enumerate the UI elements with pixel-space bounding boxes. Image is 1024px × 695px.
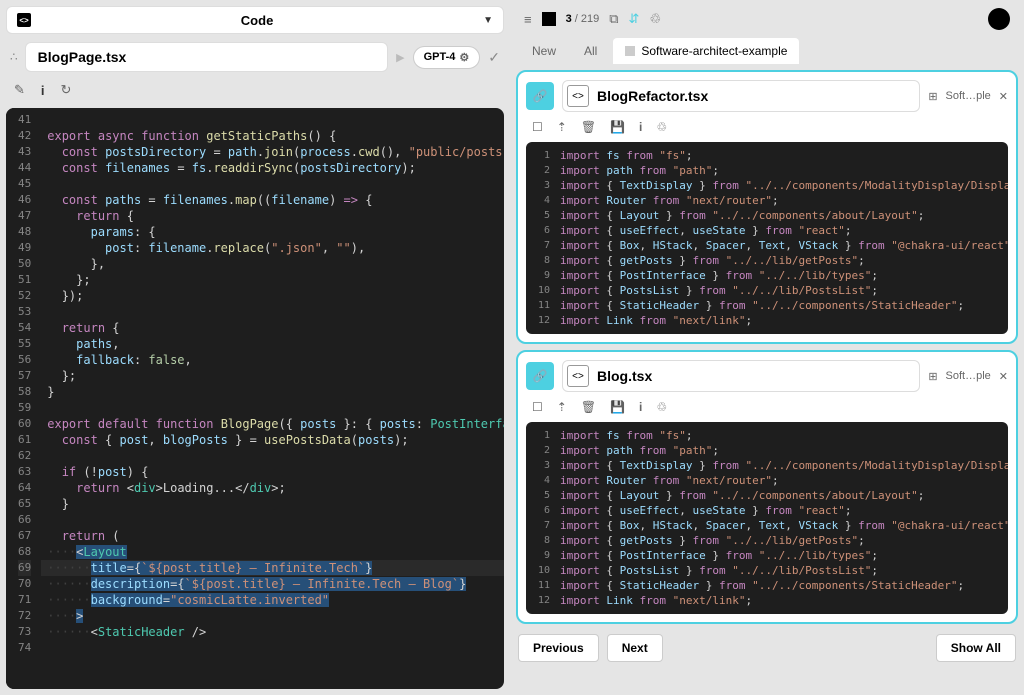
card-controls: ⊞ Soft…ple ✕	[928, 90, 1008, 103]
line-gutter: 4142434445464748495051525354555657585960…	[6, 108, 41, 689]
link-icon[interactable]: 🔗	[526, 82, 554, 110]
main-code-editor[interactable]: 4142434445464748495051525354555657585960…	[6, 108, 504, 689]
card-header: 🔗 <> BlogRefactor.tsx ⊞ Soft…ple ✕	[526, 80, 1008, 112]
checkbox-icon[interactable]: ☐	[532, 400, 543, 414]
close-icon[interactable]: ✕	[999, 370, 1008, 383]
card-title-input[interactable]: <> Blog.tsx	[562, 360, 920, 392]
link-icon[interactable]: 🔗	[526, 362, 554, 390]
bottom-buttons: Previous Next Show All	[516, 630, 1018, 666]
recycle-icon[interactable]: ♲	[649, 11, 661, 27]
info-icon[interactable]: i	[639, 120, 642, 134]
code-content[interactable]: import fs from "fs";import path from "pa…	[560, 148, 1008, 328]
line-gutter: 123456789101112	[526, 428, 560, 608]
close-icon[interactable]: ✕	[999, 90, 1008, 103]
type-selector[interactable]: <> Code ▼	[6, 6, 504, 34]
previous-button[interactable]: Previous	[518, 634, 599, 662]
card-title-input[interactable]: <> BlogRefactor.tsx	[562, 80, 920, 112]
tab-all[interactable]: All	[572, 38, 609, 64]
upload-icon[interactable]: ⇡	[557, 400, 567, 414]
upload-icon[interactable]: ⇡	[557, 120, 567, 134]
card-blog-refactor: 🔗 <> BlogRefactor.tsx ⊞ Soft…ple ✕ ☐ ⇡ 🗑…	[516, 70, 1018, 344]
card-controls: ⊞ Soft…ple ✕	[928, 370, 1008, 383]
card-badge: Soft…ple	[946, 370, 991, 382]
card-toolbar: ☐ ⇡ 🗑 💾 i ♲	[526, 398, 1008, 416]
play-icon[interactable]: ▶	[396, 51, 404, 64]
card-badge: Soft…ple	[946, 90, 991, 102]
line-gutter: 123456789101112	[526, 148, 560, 328]
refresh-icon[interactable]: ↻	[61, 82, 72, 98]
info-icon[interactable]: i	[41, 83, 45, 98]
tab-indicator-icon	[625, 46, 635, 56]
model-selector[interactable]: GPT-4 ⚙	[413, 46, 481, 69]
gear-icon: ⚙	[459, 51, 469, 64]
checkbox-icon[interactable]: ☐	[532, 120, 543, 134]
profile-circle[interactable]	[988, 8, 1010, 30]
save-icon[interactable]: 💾	[610, 120, 625, 134]
card-toolbar: ☐ ⇡ 🗑 💾 i ♲	[526, 118, 1008, 136]
right-top-toolbar: ≡ 3 / 219 ⧉ ⇵ ♲	[516, 6, 1018, 32]
save-icon[interactable]: 💾	[610, 400, 625, 414]
menu-icon[interactable]: ≡	[524, 12, 532, 27]
right-panel: ≡ 3 / 219 ⧉ ⇵ ♲ New All Software-archite…	[510, 0, 1024, 695]
app-root: <> Code ▼ ∴ BlogPage.tsx ▶ GPT-4 ⚙ ✓ ✎ i…	[0, 0, 1024, 695]
trash-icon[interactable]: 🗑	[581, 400, 596, 414]
code-content[interactable]: export async function getStaticPaths() {…	[41, 108, 504, 689]
show-all-button[interactable]: Show All	[936, 634, 1016, 662]
code-icon: <>	[567, 365, 589, 387]
left-toolbar: ✎ i ↻	[6, 80, 504, 100]
expand-icon[interactable]: ⇵	[629, 11, 640, 27]
recycle-icon[interactable]: ♲	[656, 120, 667, 134]
code-content[interactable]: import fs from "fs";import path from "pa…	[560, 428, 1008, 608]
left-panel: <> Code ▼ ∴ BlogPage.tsx ▶ GPT-4 ⚙ ✓ ✎ i…	[0, 0, 510, 695]
menu-dots-icon[interactable]: ∴	[10, 50, 17, 64]
next-button[interactable]: Next	[607, 634, 663, 662]
code-type-icon: <>	[17, 13, 31, 27]
grid-icon[interactable]: ⊞	[928, 90, 937, 103]
copy-icon[interactable]: ⧉	[609, 11, 618, 27]
card-header: 🔗 <> Blog.tsx ⊞ Soft…ple ✕	[526, 360, 1008, 392]
model-label: GPT-4	[424, 51, 456, 63]
info-icon[interactable]: i	[639, 400, 642, 414]
chevron-down-icon: ▼	[483, 15, 493, 26]
file-title-input[interactable]: BlogPage.tsx	[25, 42, 388, 72]
file-header: ∴ BlogPage.tsx ▶ GPT-4 ⚙ ✓	[6, 42, 504, 72]
tab-bar: New All Software-architect-example	[516, 38, 1018, 64]
square-icon[interactable]	[542, 12, 556, 26]
card1-editor[interactable]: 123456789101112 import fs from "fs";impo…	[526, 142, 1008, 334]
recycle-icon[interactable]: ♲	[656, 400, 667, 414]
check-icon[interactable]: ✓	[488, 49, 500, 66]
card-blog: 🔗 <> Blog.tsx ⊞ Soft…ple ✕ ☐ ⇡ 🗑 💾 i ♲	[516, 350, 1018, 624]
trash-icon[interactable]: 🗑	[581, 120, 596, 134]
page-counter: 3 / 219	[566, 13, 600, 25]
grid-icon[interactable]: ⊞	[928, 370, 937, 383]
card2-editor[interactable]: 123456789101112 import fs from "fs";impo…	[526, 422, 1008, 614]
tab-active[interactable]: Software-architect-example	[613, 38, 799, 64]
code-icon: <>	[567, 85, 589, 107]
type-selector-label: Code	[31, 13, 483, 28]
edit-icon[interactable]: ✎	[14, 82, 25, 98]
tab-new[interactable]: New	[520, 38, 568, 64]
